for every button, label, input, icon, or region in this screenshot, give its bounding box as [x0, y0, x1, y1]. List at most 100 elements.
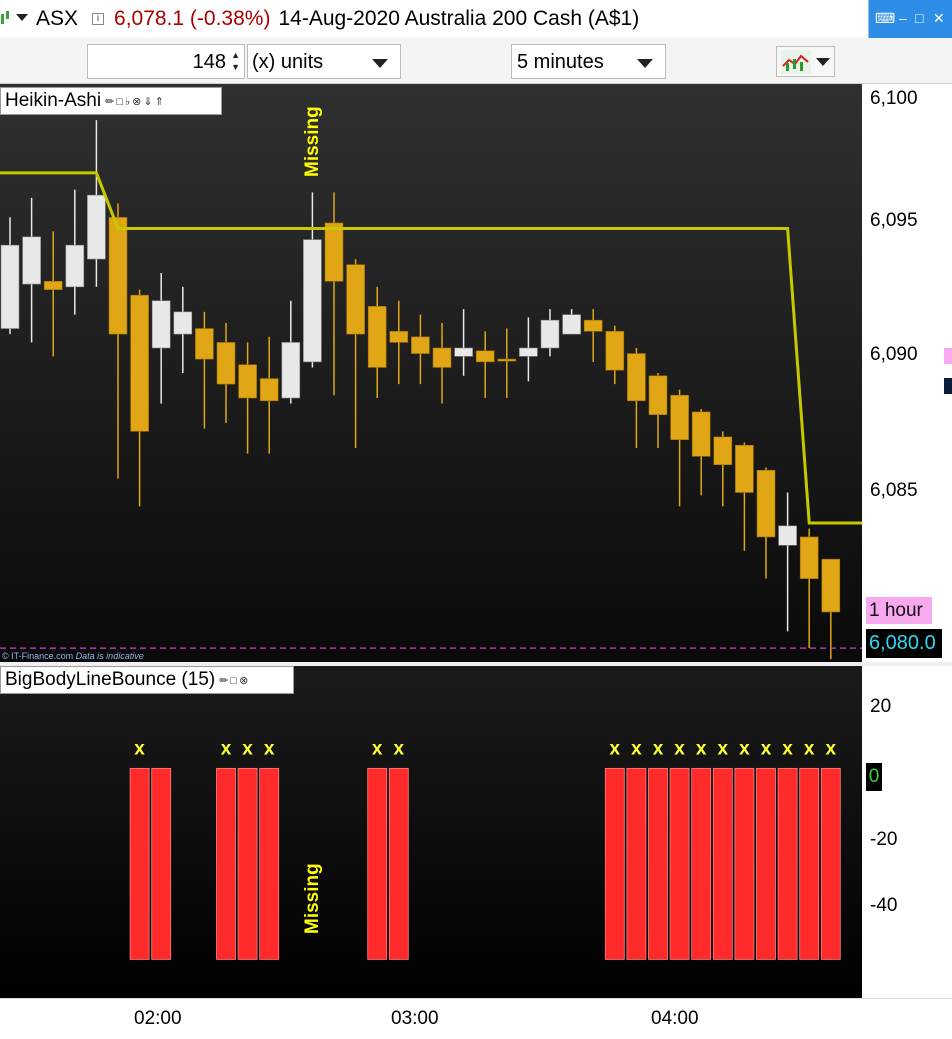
chart-type-button[interactable] — [776, 46, 835, 77]
indicator-chart-svg: xxxxxxxxxxxxxxxxx — [129, 738, 841, 960]
candle-bear — [367, 306, 387, 368]
candle-bear — [43, 280, 63, 290]
edge-marker — [944, 378, 952, 394]
indicator-bar — [648, 767, 668, 960]
candle-bear — [216, 342, 236, 385]
price-pane[interactable]: Missing Heikin-Ashi ✏□♭⊗⇓⇑ © IT-Finance.… — [0, 84, 862, 662]
missing-label: Missing — [302, 863, 323, 934]
keyboard-icon[interactable]: ⌨ — [875, 10, 895, 27]
credit-note: Data is indicative — [75, 651, 144, 661]
chevron-down-icon[interactable] — [372, 59, 388, 68]
price-legend-label: Heikin-Ashi — [5, 90, 102, 111]
chart-type-icon — [781, 50, 811, 74]
candle-bull — [0, 244, 20, 329]
instrument-description: 14-Aug-2020 Australia 200 Cash (A$1) — [278, 7, 640, 30]
candle-bear — [238, 364, 257, 399]
candle-bear — [108, 217, 128, 335]
y-tick: 6,100 — [870, 88, 918, 109]
candle-bull — [87, 194, 106, 260]
x-tick: 02:00 — [134, 1008, 182, 1029]
price-legend[interactable]: Heikin-Ashi ✏□♭⊗⇓⇑ — [0, 87, 222, 115]
time-axis[interactable]: 02:00 03:00 04:00 — [0, 998, 952, 1039]
signal-marker: x — [394, 738, 405, 759]
chart-icon — [1, 11, 9, 24]
indicator-bar — [626, 767, 647, 960]
candle-bear — [670, 394, 689, 440]
data-credit: © IT-Finance.com Data is indicative — [2, 651, 144, 661]
y-tick: -20 — [870, 829, 898, 850]
candle-bull — [778, 525, 797, 546]
legend-tools-icon[interactable]: ✏□⊗ — [219, 674, 250, 687]
signal-marker: x — [134, 738, 145, 759]
candle-bear — [195, 328, 214, 360]
credit-text: © IT-Finance.com — [2, 651, 74, 661]
candle-bear — [583, 319, 603, 332]
candle-bear — [346, 264, 365, 335]
minimize-icon[interactable]: – — [899, 10, 907, 26]
candle-bull — [173, 311, 193, 335]
indicator-bar — [777, 767, 798, 960]
units-dropdown[interactable]: (x) units — [247, 44, 401, 79]
indicator-bar — [216, 767, 236, 960]
quantity-stepper[interactable]: 148 ▲ ▼ — [87, 44, 245, 79]
indicator-legend[interactable]: BigBodyLineBounce (15) ✏□⊗ — [0, 666, 294, 694]
trend-line — [0, 171, 862, 525]
chevron-down-icon[interactable] — [816, 58, 830, 66]
symbol-menu-caret-icon[interactable] — [16, 14, 28, 21]
x-tick: 04:00 — [651, 1008, 699, 1029]
indicator-bar — [259, 767, 280, 960]
indicator-bar — [151, 767, 172, 960]
restore-icon[interactable]: □ — [915, 10, 923, 26]
candle-bear — [648, 375, 668, 415]
price-y-axis[interactable]: 6,100 6,095 6,090 6,085 — [862, 84, 952, 662]
indicator-bar — [734, 767, 755, 960]
candle-bear — [799, 536, 819, 579]
symbol-label[interactable]: ASX — [36, 7, 78, 31]
y-tick: 6,085 — [870, 480, 918, 501]
info-icon[interactable]: i — [92, 13, 105, 25]
spinner-arrows-icon[interactable]: ▲ ▼ — [231, 49, 240, 73]
edge-marker — [944, 348, 952, 364]
indicator-bar — [691, 767, 712, 960]
signal-marker: x — [264, 738, 275, 759]
indicator-bar — [669, 767, 690, 960]
signal-marker: x — [610, 738, 621, 759]
indicator-bar — [367, 767, 388, 960]
signal-marker: x — [826, 738, 837, 759]
signal-marker: x — [631, 738, 642, 759]
signal-marker: x — [696, 738, 707, 759]
last-price-badge: 6,080.0 — [866, 629, 942, 658]
price-chart-svg — [0, 120, 862, 660]
candle-bear — [605, 331, 625, 371]
candle-bear — [432, 347, 452, 368]
indicator-legend-label: BigBodyLineBounce (15) — [5, 669, 216, 690]
signal-marker: x — [718, 738, 729, 759]
candle-bear — [497, 358, 517, 362]
candle-bull — [303, 239, 322, 363]
quantity-value[interactable]: 148 — [193, 51, 226, 74]
candle-bear — [411, 336, 430, 354]
candle-bear — [324, 222, 344, 282]
indicator-y-axis[interactable]: 20 -20 -40 — [862, 666, 952, 998]
chevron-down-icon[interactable] — [637, 59, 653, 68]
candle-bear — [735, 444, 754, 493]
indicator-bar — [604, 767, 625, 960]
candle-bull — [65, 244, 85, 288]
indicator-pane[interactable]: xxxxxxxxxxxxxxxxx Missing BigBodyLineBou… — [0, 666, 862, 998]
candle-bull — [519, 347, 538, 357]
candle-bear — [756, 469, 776, 538]
candle-bear — [389, 331, 409, 343]
candle-bear — [627, 353, 646, 402]
timeframe-badge: 1 hour — [866, 597, 932, 624]
window-controls: ⌨ – □ ✕ — [868, 0, 952, 38]
signal-marker: x — [653, 738, 664, 759]
legend-tools-icon[interactable]: ✏□♭⊗⇓⇑ — [105, 95, 166, 108]
candle-bear — [713, 436, 733, 466]
close-icon[interactable]: ✕ — [933, 10, 945, 27]
candle-bear — [691, 411, 711, 457]
y-tick: 6,095 — [870, 210, 918, 231]
candle-bull — [151, 300, 171, 349]
period-dropdown[interactable]: 5 minutes — [511, 44, 666, 79]
candle-bear — [821, 558, 841, 613]
y-tick: 6,090 — [870, 344, 918, 365]
